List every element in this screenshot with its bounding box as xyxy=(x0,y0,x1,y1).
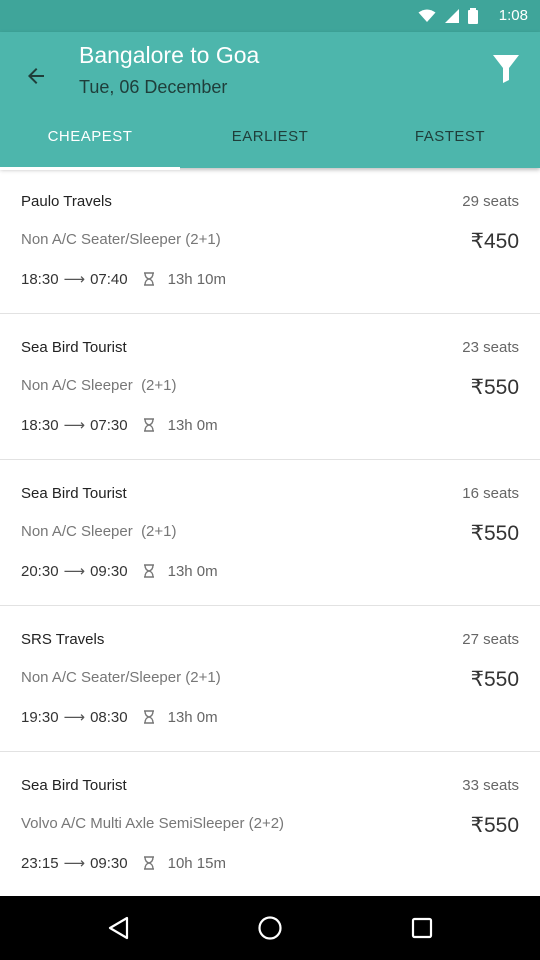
arrow-back-icon xyxy=(28,68,44,84)
duration: 10h 15m xyxy=(167,854,226,872)
bus-list: Paulo Travels 29 seats Non A/C Seater/Sl… xyxy=(0,168,540,897)
sort-tabs: CHEAPEST EARLIEST FASTEST xyxy=(0,118,540,170)
arrival-time: 07:40 xyxy=(90,270,128,288)
seats-available: 33 seats xyxy=(462,777,519,794)
arrow-right-icon: ⟶ xyxy=(63,563,86,580)
fare-price: ₹550 xyxy=(470,522,519,545)
duration: 13h 10m xyxy=(167,270,226,288)
operator-name: Paulo Travels xyxy=(21,193,112,210)
departure-time: 19:30 xyxy=(21,708,59,726)
bus-card[interactable]: Sea Bird Tourist 23 seats Non A/C Sleepe… xyxy=(0,314,540,460)
hourglass-icon xyxy=(143,564,155,578)
timing-row: 23:15 ⟶ 09:30 10h 15m xyxy=(21,854,226,873)
filter-funnel-icon xyxy=(493,55,519,83)
timing-row: 20:30 ⟶ 09:30 13h 0m xyxy=(21,562,218,581)
bus-card[interactable]: Sea Bird Tourist 33 seats Volvo A/C Mult… xyxy=(0,752,540,897)
operator-name: Sea Bird Tourist xyxy=(21,339,127,356)
hourglass-icon xyxy=(143,272,155,286)
fare-price: ₹550 xyxy=(470,376,519,399)
arrival-time: 07:30 xyxy=(90,416,128,434)
page-title: Bangalore to Goa xyxy=(79,42,260,68)
duration: 13h 0m xyxy=(167,416,218,434)
seats-available: 16 seats xyxy=(462,485,519,502)
arrival-time: 09:30 xyxy=(90,562,128,580)
bus-type: Non A/C Sleeper (2+1) xyxy=(21,377,177,394)
operator-name: Sea Bird Tourist xyxy=(21,777,127,794)
arrow-right-icon: ⟶ xyxy=(63,855,86,872)
nav-back-button[interactable] xyxy=(98,908,138,948)
fare-price: ₹550 xyxy=(470,814,519,837)
duration: 13h 0m xyxy=(167,562,218,580)
arrival-time: 08:30 xyxy=(90,708,128,726)
filter-button[interactable] xyxy=(486,48,526,88)
fare-price: ₹550 xyxy=(470,668,519,691)
departure-time: 20:30 xyxy=(21,562,59,580)
hourglass-icon xyxy=(143,710,155,724)
arrow-right-icon: ⟶ xyxy=(63,709,86,726)
home-circle-icon xyxy=(258,916,282,940)
operator-name: Sea Bird Tourist xyxy=(21,485,127,502)
seats-available: 27 seats xyxy=(462,631,519,648)
departure-time: 18:30 xyxy=(21,270,59,288)
bus-type: Volvo A/C Multi Axle SemiSleeper (2+2) xyxy=(21,815,285,832)
bus-card[interactable]: Paulo Travels 29 seats Non A/C Seater/Sl… xyxy=(0,168,540,314)
nav-recents-button[interactable] xyxy=(402,908,442,948)
bus-type: Non A/C Sleeper (2+1) xyxy=(21,523,177,540)
tab-earliest[interactable]: EARLIEST xyxy=(180,118,360,168)
timing-row: 18:30 ⟶ 07:30 13h 0m xyxy=(21,416,218,435)
tab-fastest[interactable]: FASTEST xyxy=(360,118,540,168)
app-bar: Bangalore to Goa Tue, 06 December CHEAPE… xyxy=(0,32,540,170)
operator-name: SRS Travels xyxy=(21,631,105,648)
fare-price: ₹450 xyxy=(470,230,519,253)
bus-type: Non A/C Seater/Sleeper (2+1) xyxy=(21,669,221,686)
duration: 13h 0m xyxy=(167,708,218,726)
recents-square-icon xyxy=(411,917,433,939)
arrow-right-icon: ⟶ xyxy=(63,417,86,434)
hourglass-icon xyxy=(143,856,155,870)
bus-card[interactable]: SRS Travels 27 seats Non A/C Seater/Slee… xyxy=(0,606,540,752)
seats-available: 29 seats xyxy=(462,193,519,210)
bus-card[interactable]: Sea Bird Tourist 16 seats Non A/C Sleepe… xyxy=(0,460,540,606)
tab-cheapest[interactable]: CHEAPEST xyxy=(0,118,180,170)
arrival-time: 09:30 xyxy=(90,854,128,872)
hourglass-icon xyxy=(143,418,155,432)
nav-home-button[interactable] xyxy=(250,908,290,948)
back-triangle-icon xyxy=(108,916,129,940)
bus-type: Non A/C Seater/Sleeper (2+1) xyxy=(21,231,221,248)
status-icons xyxy=(418,8,478,24)
signal-icon xyxy=(445,9,459,23)
arrow-right-icon: ⟶ xyxy=(63,271,86,288)
system-nav-bar xyxy=(0,896,540,960)
seats-available: 23 seats xyxy=(462,339,519,356)
battery-icon xyxy=(468,8,478,24)
journey-date: Tue, 06 December xyxy=(79,77,228,97)
status-time: 1:08 xyxy=(498,7,528,24)
departure-time: 18:30 xyxy=(21,416,59,434)
departure-time: 23:15 xyxy=(21,854,59,872)
status-bar: 1:08 xyxy=(0,0,540,32)
timing-row: 18:30 ⟶ 07:40 13h 10m xyxy=(21,270,226,289)
wifi-icon xyxy=(418,9,436,22)
timing-row: 19:30 ⟶ 08:30 13h 0m xyxy=(21,708,218,727)
back-button[interactable] xyxy=(14,54,58,98)
